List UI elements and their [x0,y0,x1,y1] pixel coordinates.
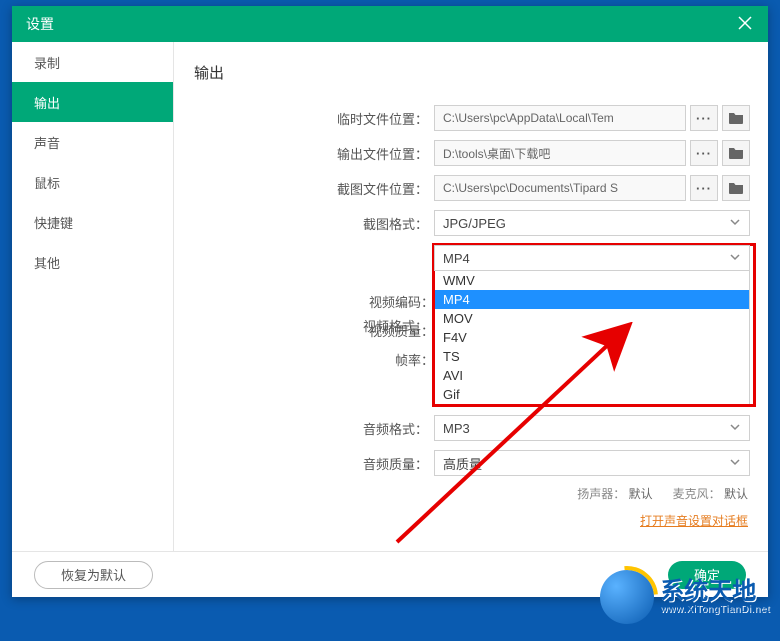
sidebar-item-label: 声音 [34,133,60,152]
device-defaults-row: 扬声器： 默认 麦克风： 默认 [174,485,768,502]
sidebar-item-other[interactable]: 其他 [12,242,173,282]
framerate-label: 帧率： [174,350,434,369]
browse-button[interactable]: ··· [690,140,718,166]
audio-quality-label: 音频质量： [174,454,434,473]
titlebar: 设置 [12,6,768,42]
screenshot-path-input[interactable]: C:\Users\pc\Documents\Tipard S [434,175,686,201]
open-sound-settings-link[interactable]: 打开声音设置对话框 [640,512,748,529]
temp-path-input[interactable]: C:\Users\pc\AppData\Local\Tem [434,105,686,131]
sidebar-item-hotkeys[interactable]: 快捷键 [12,202,173,242]
audio-format-label: 音频格式： [174,419,434,438]
open-folder-icon[interactable] [722,105,750,131]
window-title: 设置 [26,14,54,34]
dropdown-option-avi[interactable]: AVI [435,366,749,385]
watermark-url: www.XiTongTianDi.net [660,604,770,615]
chevron-down-icon [729,456,741,471]
section-title-output: 输出 [194,62,768,83]
output-path-label: 输出文件位置： [174,144,434,163]
browse-button[interactable]: ··· [690,175,718,201]
dropdown-option-mp4[interactable]: MP4 [435,290,749,309]
sidebar-item-label: 录制 [34,53,60,72]
row-audio-format: 音频格式： MP3 [174,415,768,441]
video-format-dropdown: WMV MP4 MOV F4V TS AVI Gif [434,271,750,405]
output-path-input[interactable]: D:\tools\桌面\下载吧 [434,140,686,166]
speaker-value: 默认 [629,487,653,501]
row-output-path: 输出文件位置： D:\tools\桌面\下载吧 ··· [174,140,768,166]
audio-quality-select[interactable]: 高质量 [434,450,750,476]
browse-button[interactable]: ··· [690,105,718,131]
chevron-down-icon [729,216,741,231]
chevron-down-icon [729,251,741,266]
open-folder-icon[interactable] [722,175,750,201]
watermark: 系统天地 www.XiTongTianDi.net [600,570,770,624]
sidebar-item-label: 其他 [34,253,60,272]
chevron-down-icon [729,421,741,436]
screenshot-path-label: 截图文件位置： [174,179,434,198]
video-codec-label: 视频编码： [174,292,434,311]
sidebar-item-label: 快捷键 [34,213,73,232]
row-screenshot-format: 截图格式： JPG/JPEG [174,210,768,236]
sidebar-item-label: 输出 [34,93,60,112]
video-format-select[interactable]: MP4 [434,245,750,271]
settings-window: 设置 录制 输出 声音 鼠标 快捷键 其他 输出 临时文件位置： C:\User… [12,6,768,597]
sidebar-item-mouse[interactable]: 鼠标 [12,162,173,202]
watermark-badge-icon [600,570,654,624]
row-audio-quality: 音频质量： 高质量 [174,450,768,476]
sidebar: 录制 输出 声音 鼠标 快捷键 其他 [12,42,174,551]
temp-path-label: 临时文件位置： [174,109,434,128]
sidebar-item-label: 鼠标 [34,173,60,192]
sidebar-item-output[interactable]: 输出 [12,82,173,122]
dropdown-option-ts[interactable]: TS [435,347,749,366]
sidebar-item-sound[interactable]: 声音 [12,122,173,162]
open-folder-icon[interactable] [722,140,750,166]
row-screenshot-path: 截图文件位置： C:\Users\pc\Documents\Tipard S ·… [174,175,768,201]
screenshot-format-select[interactable]: JPG/JPEG [434,210,750,236]
content-pane: 输出 临时文件位置： C:\Users\pc\AppData\Local\Tem… [174,42,768,551]
mic-value: 默认 [724,487,748,501]
watermark-text: 系统天地 [660,580,770,604]
close-icon[interactable] [736,14,754,35]
dropdown-option-f4v[interactable]: F4V [435,328,749,347]
dropdown-option-mov[interactable]: MOV [435,309,749,328]
dropdown-option-gif[interactable]: Gif [435,385,749,404]
dropdown-option-wmv[interactable]: WMV [435,271,749,290]
restore-default-button[interactable]: 恢复为默认 [34,561,153,589]
screenshot-format-label: 截图格式： [174,214,434,233]
audio-format-select[interactable]: MP3 [434,415,750,441]
row-temp-path: 临时文件位置： C:\Users\pc\AppData\Local\Tem ··… [174,105,768,131]
sidebar-item-record[interactable]: 录制 [12,42,173,82]
video-quality-label: 视频质量： [174,321,434,340]
